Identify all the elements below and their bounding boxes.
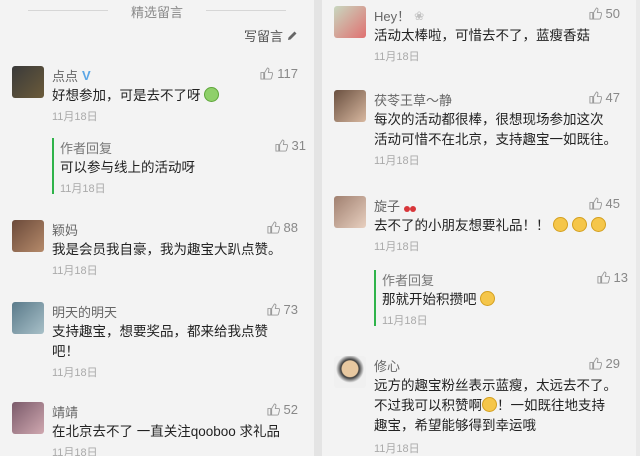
reply-like-count: 13 <box>613 270 628 285</box>
comments-panel-left: 精选留言 写留言 点点 V 117 好想参加，可是去不了呀 11月18日 作者回… <box>0 0 314 456</box>
reply-like-button[interactable]: 13 <box>596 270 628 285</box>
avatar[interactable] <box>12 220 44 252</box>
surprised-emoji-icon <box>480 291 496 306</box>
reply-text: 那就开始积攒吧 <box>382 292 477 307</box>
like-count: 88 <box>283 220 298 235</box>
money-face-emoji-icon <box>204 87 220 102</box>
like-button[interactable]: 88 <box>266 220 298 235</box>
comment-text: 我是会员我自豪，我为趣宝大趴点赞。 <box>52 242 282 257</box>
avatar[interactable] <box>12 66 44 98</box>
thumbs-up-icon <box>274 139 288 152</box>
commenter-name[interactable]: 颖妈 <box>52 220 78 239</box>
commenter-name[interactable]: 靖靖 <box>52 402 78 421</box>
thumbs-up-icon <box>588 7 602 20</box>
like-button[interactable]: 50 <box>588 6 620 21</box>
like-count: 29 <box>605 356 620 371</box>
comment-text: 好想参加，可是去不了呀 <box>52 88 201 103</box>
comment-date: 11月18日 <box>374 443 420 455</box>
like-button[interactable]: 45 <box>588 196 620 211</box>
reply-author: 作者回复 <box>60 141 113 156</box>
comment-text-line: 趣宝，希望能够得到幸运哦 <box>374 418 536 433</box>
commenter-name[interactable]: 旋子 <box>374 196 400 215</box>
commenter-name[interactable]: 茯苓王草～静 <box>374 90 452 109</box>
like-button[interactable]: 47 <box>588 90 620 105</box>
thumbs-up-icon <box>266 221 280 234</box>
comment-text: 去不了的小朋友想要礼品！！ <box>374 218 550 233</box>
reply-text: 可以参与线上的活动呀 <box>60 160 195 175</box>
cherry-icon <box>404 200 417 212</box>
comment-date: 11月18日 <box>52 367 98 379</box>
write-comment-button[interactable]: 写留言 <box>244 26 298 45</box>
like-button[interactable]: 29 <box>588 356 620 371</box>
author-reply: 作者回复 13 那就开始积攒吧 11月18日 <box>374 270 628 327</box>
comment-text-line: 吧！ <box>52 344 79 359</box>
comment-date: 11月18日 <box>52 111 98 123</box>
reply-author: 作者回复 <box>382 273 435 288</box>
reply-like-count: 31 <box>291 138 306 153</box>
like-count: 47 <box>605 90 620 105</box>
comment-date: 11月18日 <box>52 265 98 277</box>
like-count: 73 <box>283 302 298 317</box>
flower-icon: ❀ <box>414 8 425 23</box>
like-button[interactable]: 73 <box>266 302 298 317</box>
commenter-name[interactable]: 明天的明天 <box>52 302 117 321</box>
commenter-name[interactable]: Hey！ <box>374 6 410 25</box>
avatar[interactable] <box>334 196 366 228</box>
like-count: 50 <box>605 6 620 21</box>
comment-date: 11月18日 <box>374 155 420 167</box>
write-comment-label: 写留言 <box>243 29 283 44</box>
comment-text-line: 远方的趣宝粉丝表示蓝瘦，太远去不了。 <box>374 378 617 393</box>
thumbs-up-icon <box>266 403 280 416</box>
avatar[interactable] <box>334 6 366 38</box>
reply-date: 11月18日 <box>60 183 106 195</box>
comment-date: 11月18日 <box>374 241 420 253</box>
verified-icon: V <box>82 68 91 83</box>
reply-like-button[interactable]: 31 <box>274 138 306 153</box>
like-button[interactable]: 117 <box>260 66 298 81</box>
like-button[interactable]: 52 <box>266 402 298 417</box>
grin-emoji-icon <box>482 397 497 412</box>
grin-emoji-icon <box>590 217 606 232</box>
panel-divider <box>314 0 322 456</box>
thumbs-up-icon <box>588 91 602 104</box>
avatar[interactable] <box>12 402 44 434</box>
comment-text: 活动太棒啦，可惜去不了，蓝瘦香菇 <box>374 28 590 43</box>
thumbs-up-icon <box>588 197 602 210</box>
thumbs-up-icon <box>596 271 610 284</box>
like-count: 52 <box>283 402 298 417</box>
comment-text-line: 支持趣宝，想要奖品，都来给我点赞 <box>52 324 268 339</box>
comments-panel-right: Hey！ ❀ 50 活动太棒啦，可惜去不了，蓝瘦香菇 11月18日 茯苓王草～静… <box>322 0 636 456</box>
comment-text-segment: 不过我可以积赞啊 <box>374 398 482 413</box>
grin-emoji-icon <box>553 217 569 232</box>
commenter-name[interactable]: 修心 <box>374 356 400 375</box>
thumbs-up-icon <box>260 67 274 80</box>
grin-emoji-icon <box>572 217 588 232</box>
commenter-name[interactable]: 点点 <box>52 66 78 85</box>
avatar[interactable] <box>334 356 366 388</box>
reply-date: 11月18日 <box>382 315 428 327</box>
comment-date: 11月18日 <box>52 447 98 456</box>
thumbs-up-icon <box>266 303 280 316</box>
comment-text: 在北京去不了 一直关注qooboo 求礼品 <box>52 424 281 439</box>
avatar[interactable] <box>12 302 44 334</box>
author-reply: 作者回复 31 可以参与线上的活动呀 11月18日 <box>52 138 306 195</box>
comment-text-line: 活动可惜不在北京，支持趣宝一如既往。 <box>374 132 617 147</box>
like-count: 45 <box>605 196 620 211</box>
comment-text-segment: ！一如既往地支持 <box>497 398 605 413</box>
like-count: 117 <box>277 66 298 81</box>
comment-text-line: 每次的活动都很棒，很想现场参加这次 <box>374 112 604 127</box>
comment-date: 11月18日 <box>374 51 420 63</box>
thumbs-up-icon <box>588 357 602 370</box>
pencil-icon <box>288 31 297 40</box>
avatar[interactable] <box>334 90 366 122</box>
section-title: 精选留言 <box>0 2 314 21</box>
